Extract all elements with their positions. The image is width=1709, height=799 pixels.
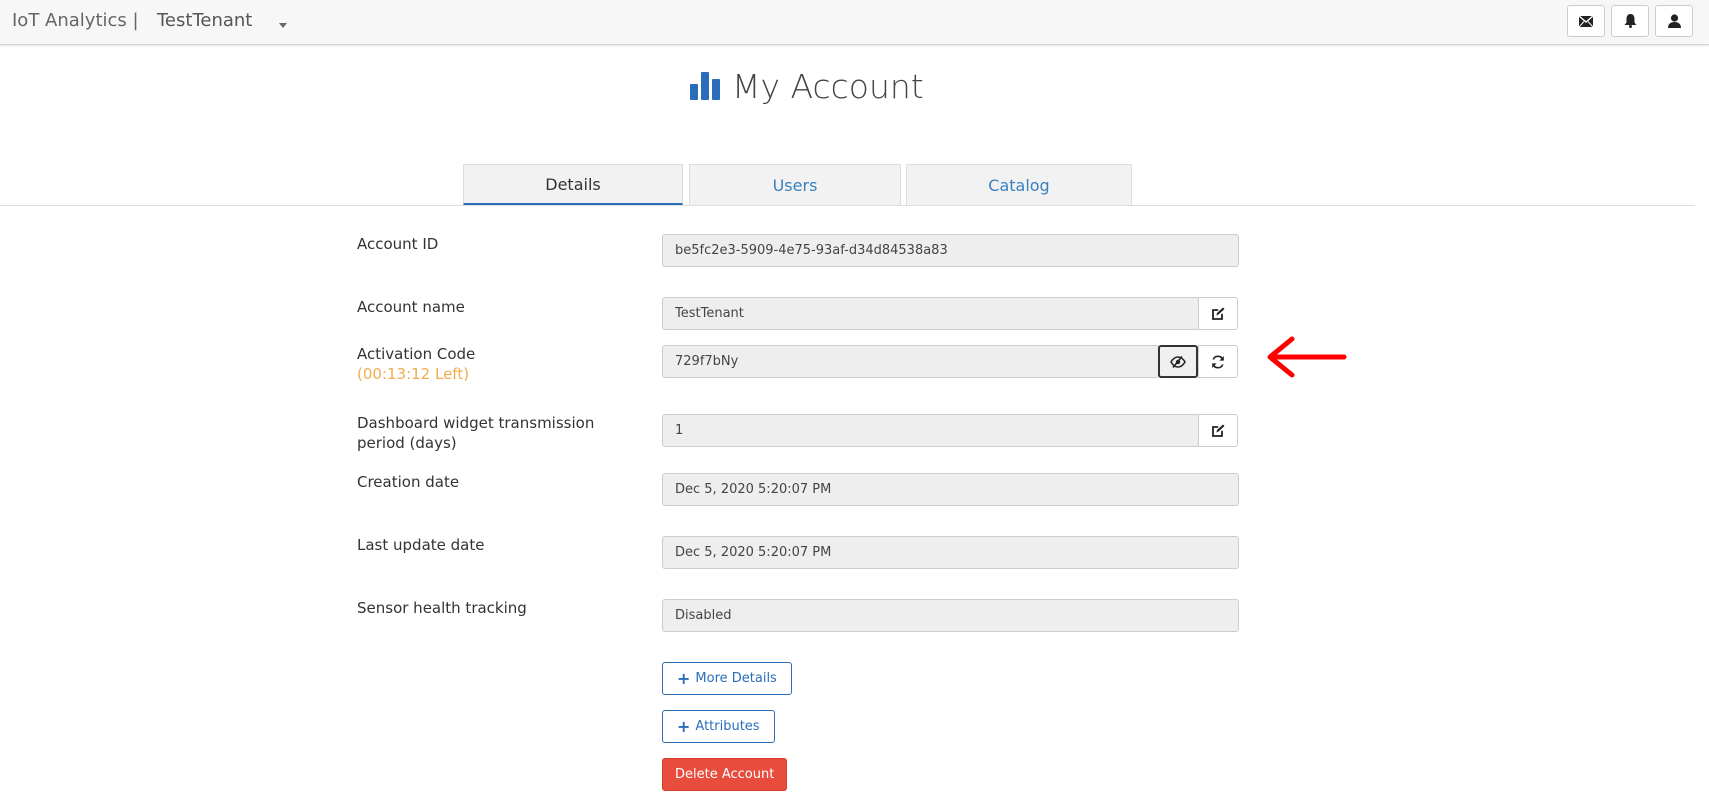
page-title: My Account bbox=[732, 66, 924, 106]
last-update-date-label: Last update date bbox=[357, 536, 485, 554]
delete-account-button[interactable]: Delete Account bbox=[662, 758, 788, 791]
activation-code-field[interactable]: 729f7bNy bbox=[662, 345, 1159, 378]
more-details-button[interactable]: + More Details bbox=[662, 662, 792, 695]
plus-icon: + bbox=[677, 717, 691, 736]
dashboard-period-field[interactable]: 1 bbox=[662, 414, 1199, 447]
tab-users[interactable]: Users bbox=[689, 164, 901, 205]
plus-icon: + bbox=[677, 669, 691, 688]
edit-icon bbox=[1212, 424, 1225, 437]
activation-time-left: (00:13:12 Left) bbox=[357, 365, 470, 383]
eye-slash-icon bbox=[1170, 355, 1186, 368]
bell-icon bbox=[1624, 14, 1636, 28]
creation-date-label: Creation date bbox=[357, 473, 460, 491]
page-header: My Account bbox=[690, 64, 924, 108]
edit-icon bbox=[1212, 307, 1225, 320]
refresh-icon bbox=[1212, 355, 1224, 368]
messages-button[interactable] bbox=[1567, 5, 1605, 37]
toggle-code-visibility-button[interactable] bbox=[1158, 345, 1198, 378]
attributes-label: Attributes bbox=[695, 719, 760, 734]
sensor-health-label: Sensor health tracking bbox=[357, 599, 527, 617]
more-details-label: More Details bbox=[695, 671, 777, 686]
attributes-button[interactable]: + Attributes bbox=[662, 710, 775, 743]
caret-down-icon[interactable] bbox=[279, 23, 287, 28]
sensor-health-field[interactable]: Disabled bbox=[662, 599, 1239, 632]
user-menu-button[interactable] bbox=[1655, 5, 1693, 37]
account-id-label: Account ID bbox=[357, 235, 439, 253]
bar-chart-icon bbox=[690, 72, 720, 100]
edit-account-name-button[interactable] bbox=[1198, 297, 1238, 330]
notifications-button[interactable] bbox=[1611, 5, 1649, 37]
app-brand[interactable]: IoT Analytics | bbox=[12, 10, 139, 31]
account-name-label: Account name bbox=[357, 298, 465, 316]
tenant-selector[interactable]: TestTenant bbox=[157, 10, 252, 31]
regenerate-code-button[interactable] bbox=[1198, 345, 1238, 378]
account-id-field[interactable]: be5fc2e3-5909-4e75-93af-d34d84538a83 bbox=[662, 234, 1239, 267]
dashboard-period-label: Dashboard widget transmission period (da… bbox=[357, 414, 595, 452]
edit-dashboard-period-button[interactable] bbox=[1198, 414, 1238, 447]
mail-icon bbox=[1579, 15, 1593, 27]
tab-catalog[interactable]: Catalog bbox=[906, 164, 1132, 205]
top-navbar: IoT Analytics | TestTenant bbox=[0, 0, 1709, 45]
activation-code-label: Activation Code (00:13:12 Left) bbox=[357, 344, 475, 384]
tabs-divider bbox=[0, 205, 1695, 206]
annotation-arrow-icon bbox=[1267, 336, 1347, 378]
last-update-date-field[interactable]: Dec 5, 2020 5:20:07 PM bbox=[662, 536, 1239, 569]
user-icon bbox=[1667, 14, 1681, 28]
creation-date-field[interactable]: Dec 5, 2020 5:20:07 PM bbox=[662, 473, 1239, 506]
tab-details[interactable]: Details bbox=[463, 164, 683, 205]
account-name-field[interactable]: TestTenant bbox=[662, 297, 1199, 330]
activation-code-title: Activation Code bbox=[357, 345, 476, 363]
